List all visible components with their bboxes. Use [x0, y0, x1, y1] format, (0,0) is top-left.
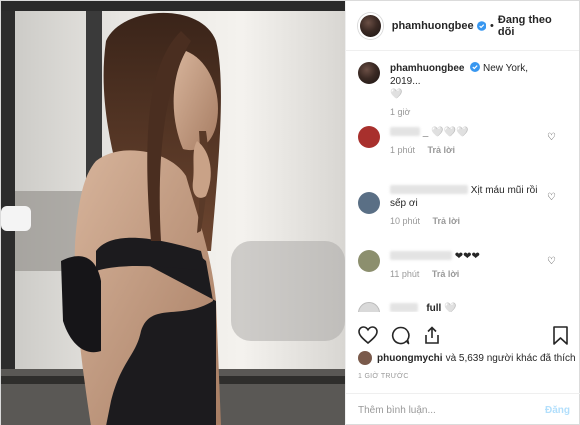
- like-heart-icon[interactable]: [358, 325, 378, 345]
- comment-avatar[interactable]: [358, 250, 380, 272]
- verified-badge-icon: [470, 62, 481, 72]
- instagram-post: phamhuongbee • Đang theo dõi phamhuongbe…: [0, 0, 580, 425]
- comment-meta: 1 phút Trả lời: [390, 145, 540, 155]
- redacted-username: [390, 303, 418, 312]
- caption-time: 1 giờ: [390, 107, 411, 117]
- author-avatar[interactable]: [358, 12, 383, 39]
- comment-item: ❤❤❤ 11 phút Trả lời ♡: [358, 250, 570, 302]
- comment-bubble-icon[interactable]: [390, 325, 410, 345]
- comment-item: _ 🤍🤍🤍 1 phút Trả lời ♡: [358, 126, 570, 178]
- post-action-bar: [346, 319, 580, 351]
- following-button[interactable]: Đang theo dõi: [498, 14, 567, 38]
- comment-time: 1 phút: [390, 145, 416, 155]
- comment-avatar[interactable]: [358, 192, 380, 214]
- liker-username[interactable]: phuongmychi: [377, 353, 443, 364]
- like-comment-heart-icon[interactable]: ♡: [547, 256, 556, 267]
- caption-username[interactable]: phamhuongbee: [390, 63, 464, 74]
- comment-text-line: _ 🤍🤍🤍: [390, 126, 540, 139]
- separator-dot: •: [490, 19, 494, 32]
- redacted-username: [390, 127, 420, 136]
- caption: phamhuongbee New York, 2019... 🤍 1 giờ: [358, 62, 570, 126]
- comment-username[interactable]: _: [423, 127, 429, 138]
- post-timestamp: 1 GIỜ TRƯỚC: [358, 373, 409, 380]
- add-comment-bar: Thêm bình luận... Đăng: [346, 393, 580, 425]
- like-comment-heart-icon[interactable]: ♡: [547, 132, 556, 143]
- post-sidebar: phamhuongbee • Đang theo dõi phamhuongbe…: [345, 1, 580, 425]
- likes-summary: phuongmychi và 5,639 người khác đã thích: [358, 351, 578, 365]
- add-comment-input[interactable]: Thêm bình luận...: [358, 405, 545, 416]
- bookmark-icon[interactable]: [550, 325, 570, 345]
- comment-username[interactable]: _full: [421, 303, 442, 312]
- post-photo[interactable]: [1, 1, 345, 425]
- like-comment-heart-icon[interactable]: ♡: [547, 192, 556, 203]
- comment-text: 🤍🤍🤍: [431, 127, 469, 138]
- liker-avatar[interactable]: [358, 351, 372, 365]
- caption-text-line: phamhuongbee New York, 2019... 🤍: [390, 62, 540, 101]
- comment-meta: 11 phút Trả lời: [390, 269, 540, 279]
- comment-time: 11 phút: [390, 269, 420, 279]
- reply-button[interactable]: Trả lời: [433, 216, 460, 226]
- reply-button[interactable]: Trả lời: [432, 269, 459, 279]
- comment-meta: 10 phút Trả lời: [390, 216, 540, 226]
- comment-item: Xịt máu mũi rồi sếp ơi 10 phút Trả lời ♡: [358, 184, 570, 244]
- comment-avatar[interactable]: [358, 302, 380, 312]
- comment-avatar[interactable]: [358, 126, 380, 148]
- comment-text-line: _full 🤍: [390, 302, 540, 312]
- redacted-username: [390, 185, 468, 194]
- comment-time: 10 phút: [390, 216, 421, 226]
- photo-illustration: [1, 1, 345, 425]
- comment-text: ❤❤❤: [454, 251, 480, 262]
- likes-count-text[interactable]: và 5,639 người khác đã thích: [446, 353, 576, 364]
- author-username[interactable]: phamhuongbee: [392, 20, 474, 32]
- caption-avatar[interactable]: [358, 62, 380, 84]
- comment-text-line: Xịt máu mũi rồi sếp ơi: [390, 184, 540, 210]
- comment-item: _full 🤍: [358, 302, 570, 312]
- reply-button[interactable]: Trả lời: [428, 145, 455, 155]
- comment-text: 🤍: [444, 303, 457, 312]
- caption-emoji: 🤍: [390, 89, 403, 100]
- redacted-username: [390, 251, 452, 260]
- comment-text-line: ❤❤❤: [390, 250, 540, 263]
- verified-badge-icon: [476, 20, 487, 31]
- post-comment-button[interactable]: Đăng: [545, 405, 570, 416]
- comments-section[interactable]: phamhuongbee New York, 2019... 🤍 1 giờ _…: [346, 52, 580, 312]
- share-upload-icon[interactable]: [422, 325, 442, 345]
- post-header: phamhuongbee • Đang theo dõi: [346, 1, 579, 51]
